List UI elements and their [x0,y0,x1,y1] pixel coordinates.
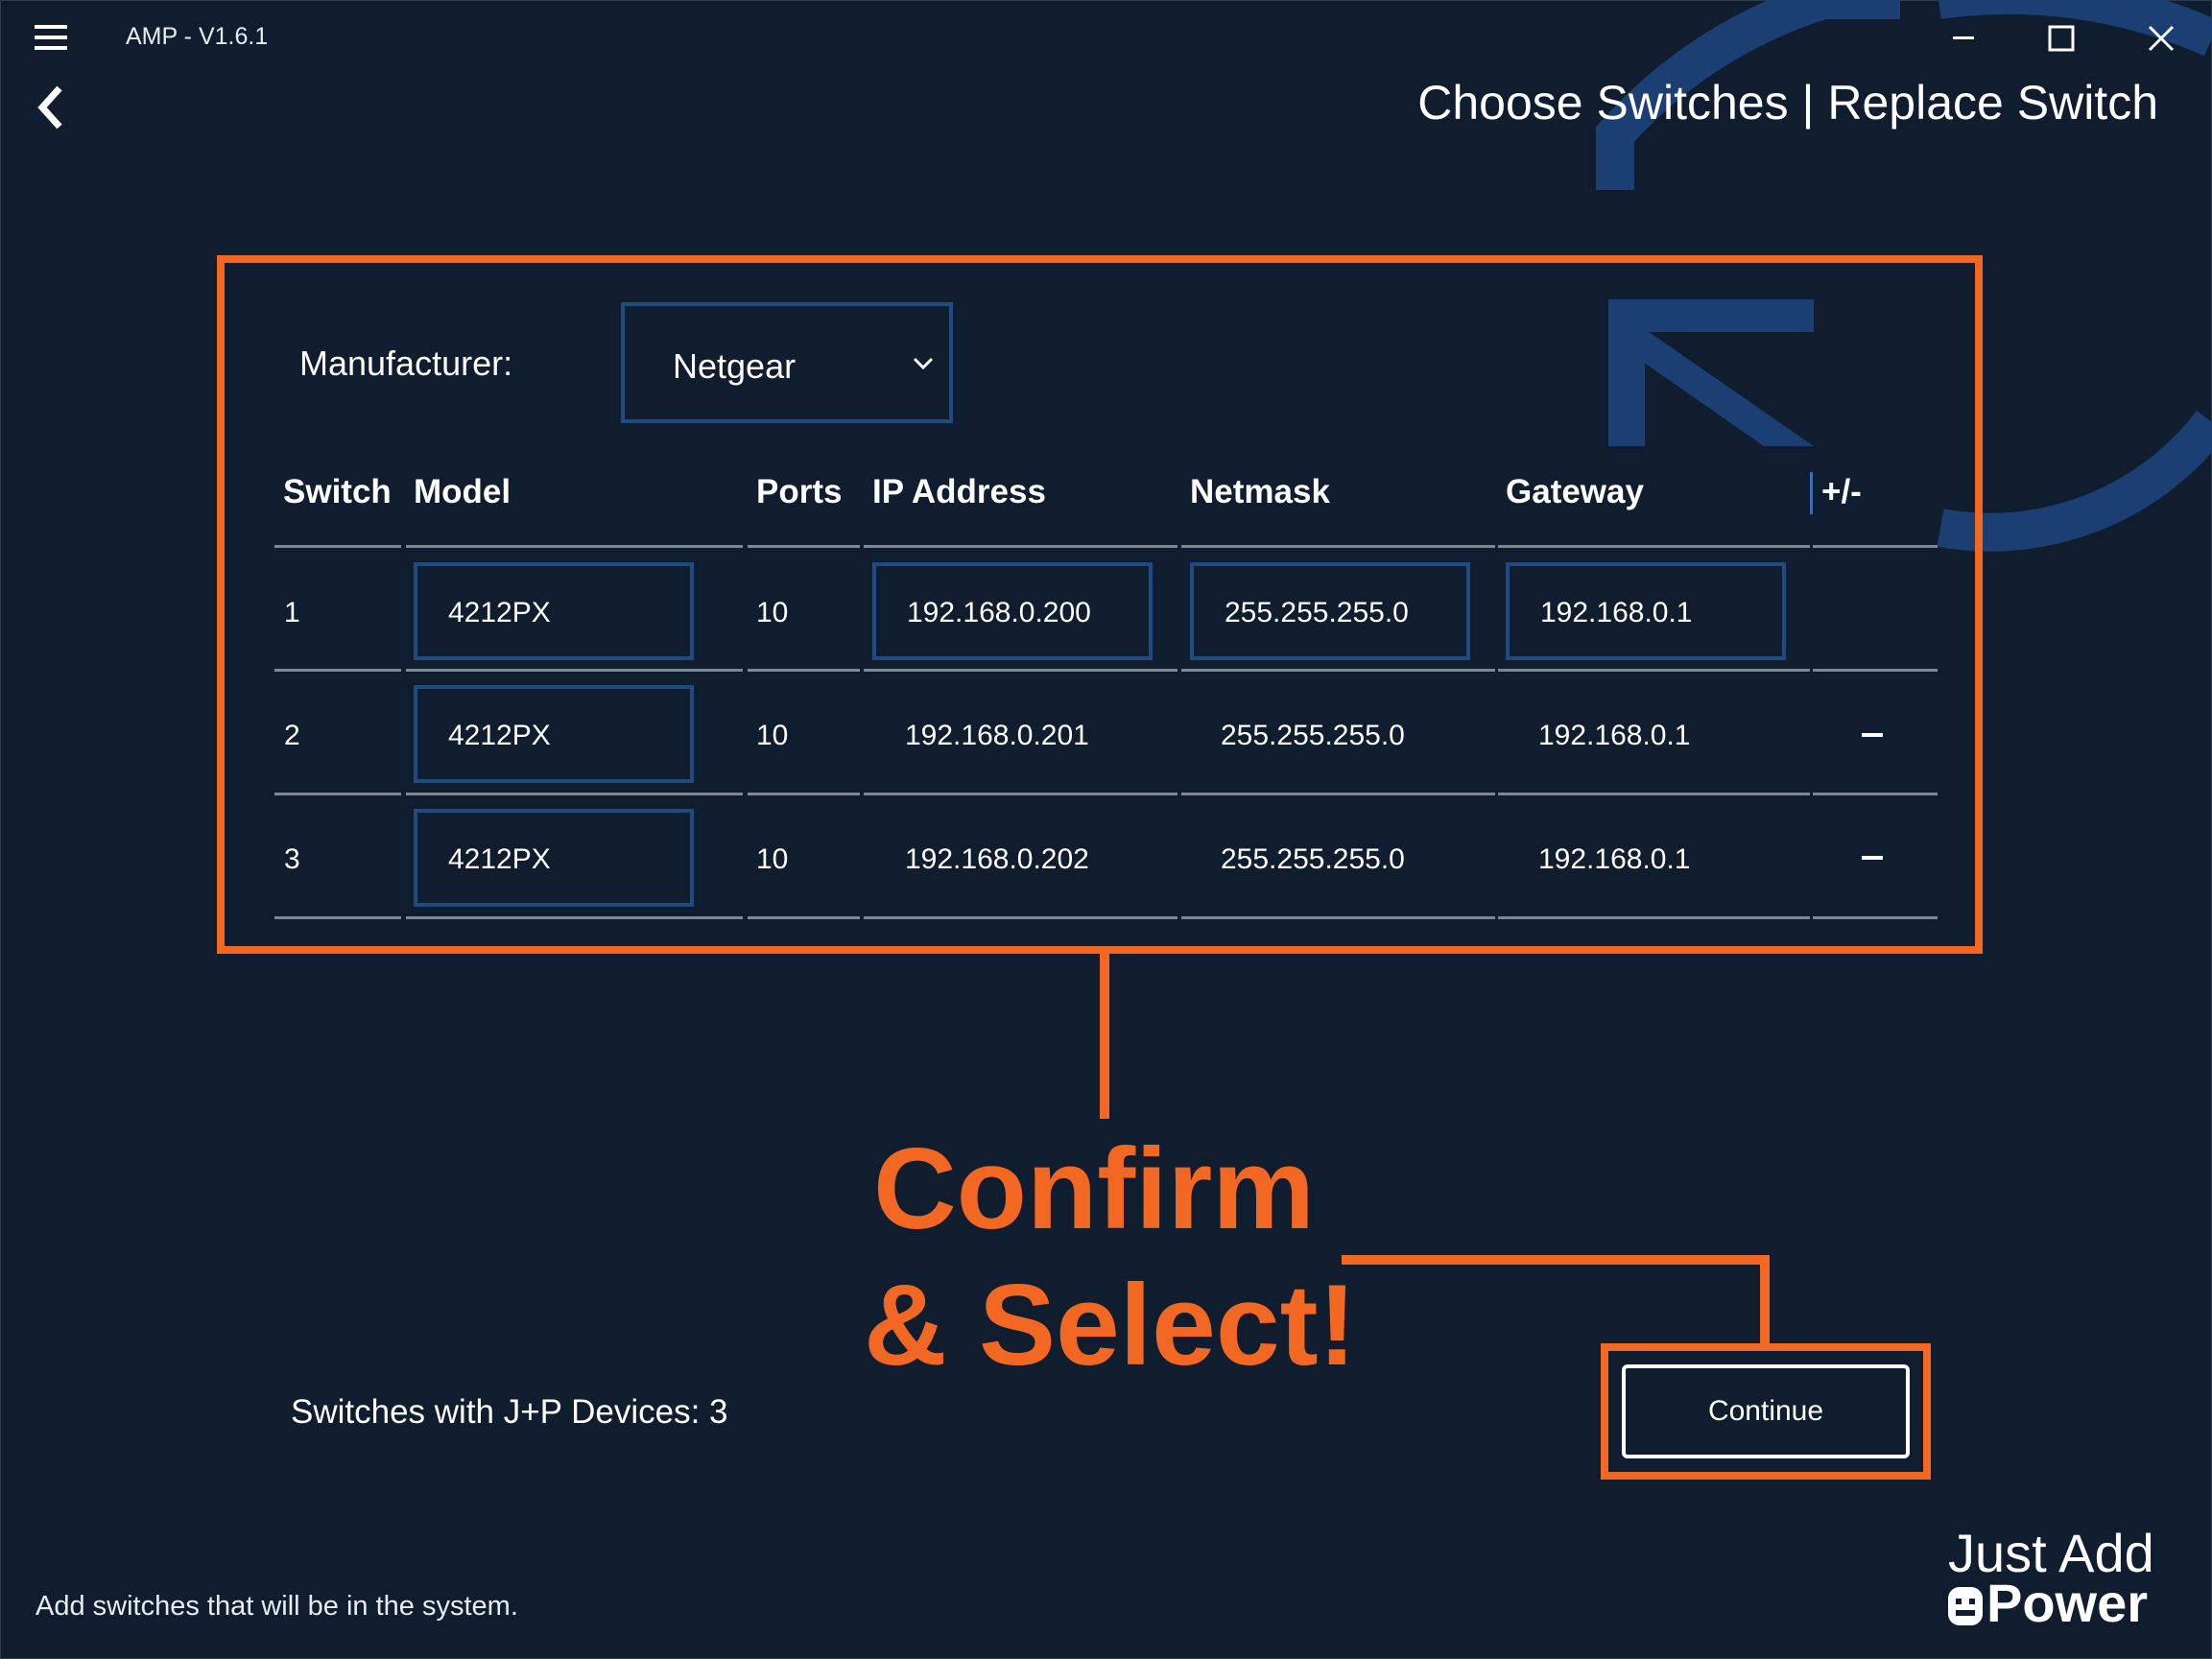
row-1-ports: 10 [756,597,789,628]
row-2-model-value: 4212PX [448,720,551,751]
column-header-ip-address: IP Address [872,473,1046,510]
manufacturer-selected-value: Netgear [673,346,797,386]
row-divider [1181,916,1495,919]
row-divider [1181,793,1495,795]
logo-power-word: Power [1986,1573,2149,1633]
row-1-model-value: 4212PX [448,597,551,628]
header-divider [864,545,1177,548]
back-chevron-icon[interactable] [35,83,65,132]
row-divider [864,669,1177,672]
row-1-netmask-value: 255.255.255.0 [1225,597,1409,628]
row-3-switch: 3 [284,843,300,875]
row-3-remove-minus-icon[interactable] [1862,856,1883,860]
column-header-gateway: Gateway [1506,473,1644,510]
row-divider [274,669,401,672]
callout-connector-vertical [1100,954,1109,1119]
header-divider [274,545,401,548]
row-1-gateway-input[interactable]: 192.168.0.1 [1506,562,1786,660]
row-divider [406,793,743,795]
callout-line-1: Confirm [873,1125,1315,1253]
row-divider [274,916,401,919]
row-divider [406,916,743,919]
row-divider [406,669,743,672]
hamburger-menu-icon[interactable] [35,23,67,52]
switch-count-status: Switches with J+P Devices: 3 [291,1393,728,1431]
row-1-netmask-input[interactable]: 255.255.255.0 [1190,562,1470,660]
row-2-switch: 2 [284,720,300,751]
minimize-icon[interactable] [1935,15,1992,61]
row-3-model-input[interactable]: 4212PX [414,809,694,907]
footer-hint: Add switches that will be in the system. [36,1591,518,1622]
column-header-switch: Switch [283,473,392,510]
column-header-add-remove: +/- [1821,473,1862,510]
heading-choose-switches: Choose Switches [1417,76,1789,130]
row-1-gateway-value: 192.168.0.1 [1540,597,1693,628]
row-3-model-value: 4212PX [448,843,551,875]
chevron-down-icon [913,357,934,370]
heading-replace-switch: Replace Switch [1827,76,2158,130]
row-3-netmask: 255.255.255.0 [1221,843,1405,875]
row-divider [1813,916,1938,919]
row-divider [864,793,1177,795]
row-2-model-input[interactable]: 4212PX [414,685,694,783]
row-divider [1498,793,1810,795]
row-divider [1498,916,1810,919]
close-icon[interactable] [2132,15,2190,61]
callout-connector-down [1760,1255,1770,1345]
row-divider [274,793,401,795]
logo-text-power: Power [1948,1572,2148,1634]
header-divider [1813,545,1938,548]
row-1-ip-input[interactable]: 192.168.0.200 [872,562,1153,660]
row-3-ports: 10 [756,843,789,875]
row-divider [748,793,860,795]
row-divider [1498,669,1810,672]
power-plug-icon [1948,1587,1983,1625]
callout-connector-horizontal [1342,1255,1770,1265]
header-divider [406,545,743,548]
header-divider [1498,545,1810,548]
callout-line-2: & Select! [864,1261,1357,1389]
column-header-netmask: Netmask [1190,473,1330,510]
app-title: AMP - V1.6.1 [126,23,269,50]
page-title: Choose Switches | Replace Switch [1417,75,2158,130]
row-1-switch: 1 [284,597,300,628]
confirm-select-callout: Confirm & Select! [864,1121,1357,1393]
row-3-ip: 192.168.0.202 [905,843,1089,875]
row-2-ports: 10 [756,720,789,751]
row-divider [1813,793,1938,795]
row-1-ip-value: 192.168.0.200 [907,597,1091,628]
row-2-remove-minus-icon[interactable] [1862,733,1883,737]
row-divider [1813,669,1938,672]
row-divider [864,916,1177,919]
row-3-gateway: 192.168.0.1 [1538,843,1691,875]
row-2-gateway: 192.168.0.1 [1538,720,1691,751]
column-header-model: Model [414,473,511,510]
heading-separator: | [1801,76,1815,130]
header-divider [748,545,860,548]
row-2-ip: 192.168.0.201 [905,720,1089,751]
header-divider [1181,545,1495,548]
row-1-model-input[interactable]: 4212PX [414,562,694,660]
continue-button[interactable]: Continue [1622,1364,1910,1458]
row-divider [1181,669,1495,672]
row-divider [748,916,860,919]
row-divider [748,669,860,672]
manufacturer-label: Manufacturer: [299,344,513,383]
column-header-ports: Ports [756,473,843,510]
continue-highlight-box: Continue [1601,1343,1931,1480]
maximize-icon[interactable] [2033,15,2090,61]
column-separator [1810,472,1813,514]
manufacturer-select[interactable]: Netgear [621,302,953,423]
row-2-netmask: 255.255.255.0 [1221,720,1405,751]
